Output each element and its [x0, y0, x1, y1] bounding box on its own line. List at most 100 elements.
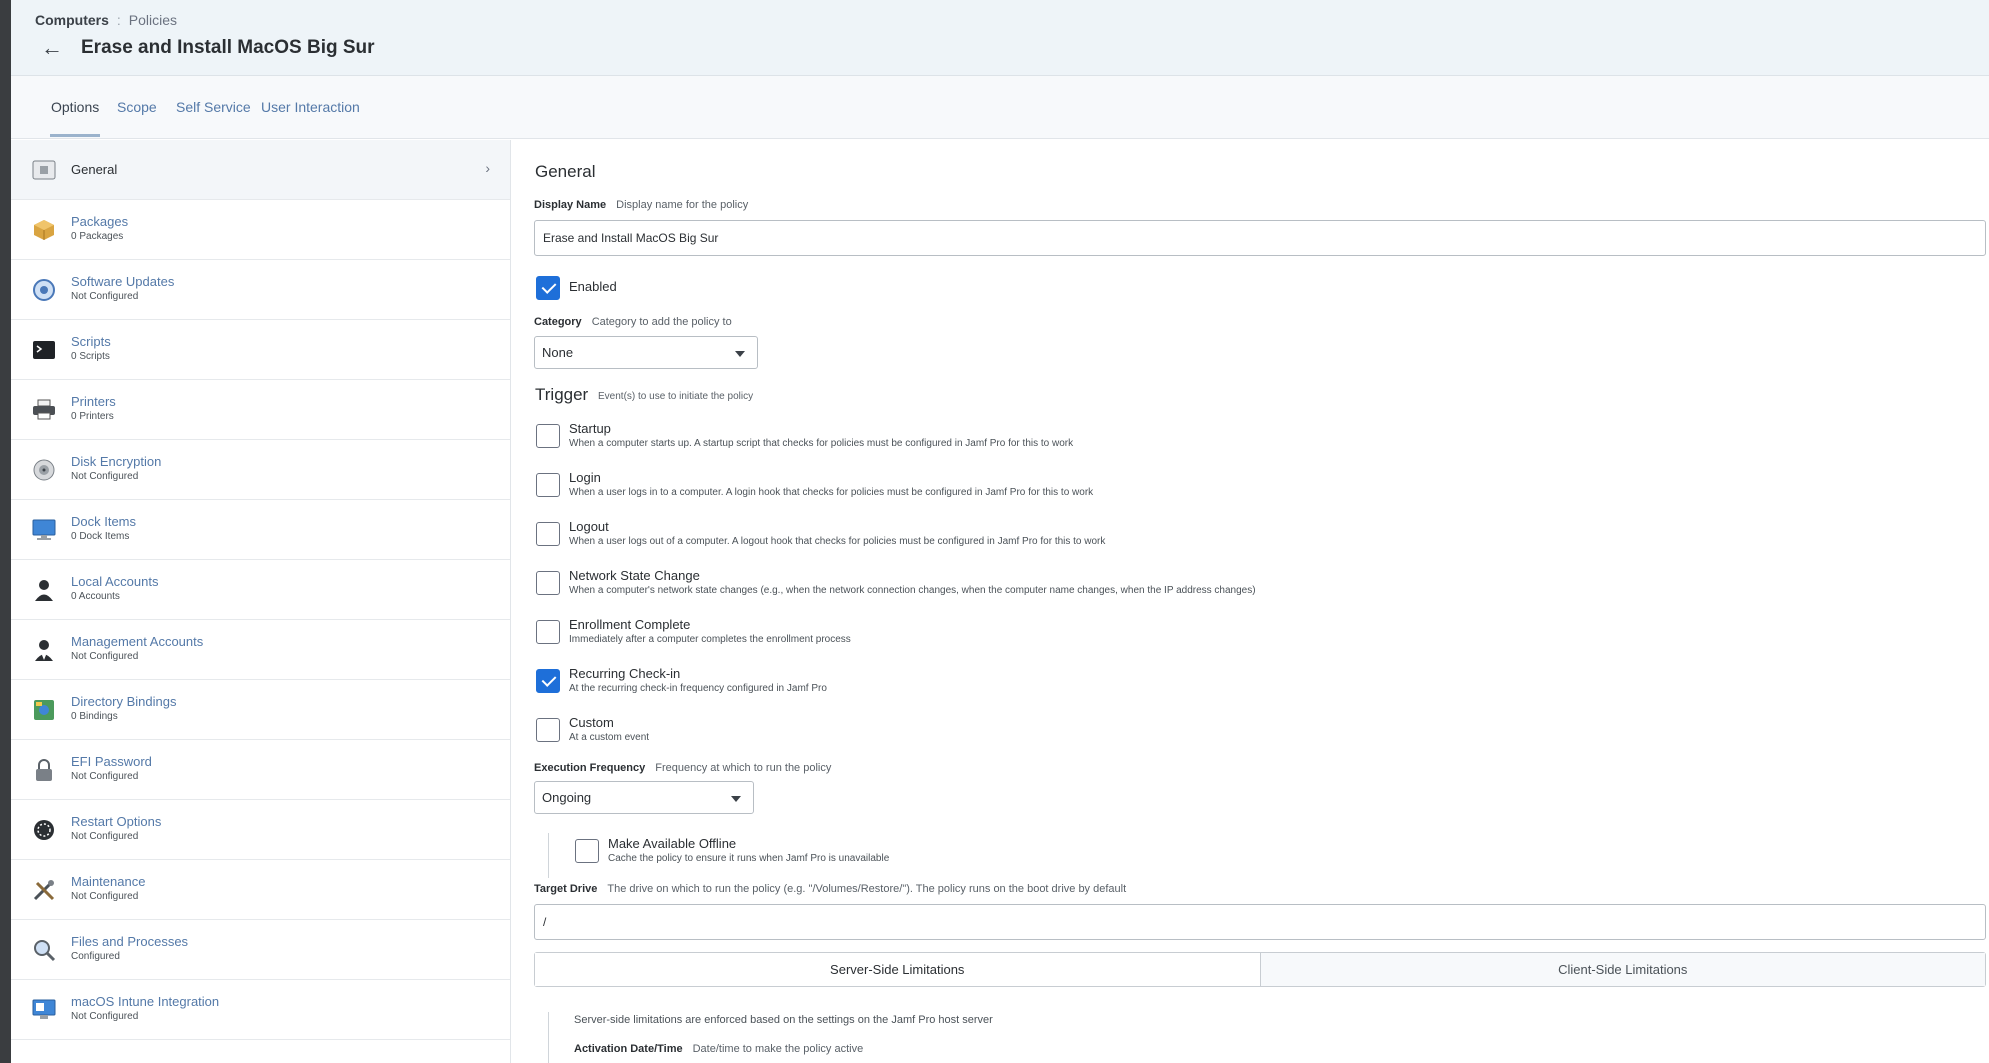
back-arrow-icon[interactable]: ←	[41, 36, 63, 60]
trigger-custom-label: Custom	[569, 715, 614, 730]
sidebar-item-general[interactable]: General ›	[11, 140, 510, 200]
trigger-logout-checkbox[interactable]	[536, 522, 560, 546]
trigger-custom-desc: At a custom event	[569, 732, 650, 743]
sidebar-item-status: Not Configured	[71, 1011, 139, 1022]
trigger-startup-label: Startup	[569, 421, 611, 436]
make-available-offline-checkbox[interactable]	[575, 839, 599, 863]
make-available-offline-desc: Cache the policy to ensure it runs when …	[608, 853, 890, 864]
dock-icon	[31, 517, 57, 543]
trigger-network-state-change-checkbox[interactable]	[536, 571, 560, 595]
software-update-icon	[31, 277, 57, 303]
general-icon	[31, 157, 57, 183]
caret-down-icon	[731, 796, 741, 802]
trigger-recurring-check-in-checkbox[interactable]	[536, 669, 560, 693]
sidebar-item-label: Packages	[71, 214, 129, 229]
category-desc: Category to add the policy to	[591, 316, 732, 328]
sidebar-item-status: 0 Printers	[71, 411, 114, 422]
sidebar-item-status: Not Configured	[71, 891, 139, 902]
trigger-startup-checkbox[interactable]	[536, 424, 560, 448]
sidebar-item-label: Dock Items	[71, 514, 137, 529]
sidebar-item-status: Not Configured	[71, 651, 139, 662]
sidebar-item-restart-options[interactable]: Restart Options Not Configured	[11, 800, 510, 860]
trigger-login-checkbox[interactable]	[536, 473, 560, 497]
trigger-desc: Event(s) to use to initiate the policy	[598, 391, 754, 402]
execution-frequency-label-text: Execution Frequency	[534, 762, 646, 774]
tab-scope[interactable]: Scope	[117, 99, 157, 115]
sidebar-item-label: Local Accounts	[71, 574, 159, 589]
sidebar-item-label: Directory Bindings	[71, 694, 177, 709]
server-side-limitations-tab[interactable]: Server-Side Limitations	[535, 953, 1261, 986]
sidebar-item-maintenance[interactable]: Maintenance Not Configured	[11, 860, 510, 920]
section-title: General	[535, 162, 596, 181]
make-available-offline-label: Make Available Offline	[608, 836, 737, 851]
category-label: Category Category to add the policy to	[534, 316, 732, 328]
sidebar-item-label: Printers	[71, 394, 116, 409]
sidebar-item-label: macOS Intune Integration	[71, 994, 220, 1009]
trigger-recurring-check-in-desc: At the recurring check-in frequency conf…	[569, 683, 827, 694]
sidebar-item-label: EFI Password	[71, 754, 152, 769]
sidebar-item-disk-encryption[interactable]: Disk Encryption Not Configured	[11, 440, 510, 500]
sidebar-item-status: Not Configured	[71, 471, 139, 482]
tools-icon	[31, 877, 57, 903]
sidebar-item-printers[interactable]: Printers 0 Printers	[11, 380, 510, 440]
trigger-login-desc: When a user logs in to a computer. A log…	[569, 487, 1094, 498]
category-select[interactable]: None	[534, 336, 758, 369]
trigger-login-label: Login	[569, 470, 601, 485]
target-drive-input[interactable]	[534, 904, 1986, 940]
breadcrumb-policies[interactable]: Policies	[129, 12, 177, 28]
sidebar-item-directory-bindings[interactable]: Directory Bindings 0 Bindings	[11, 680, 510, 740]
user-icon	[31, 577, 57, 603]
sidebar-item-local-accounts[interactable]: Local Accounts 0 Accounts	[11, 560, 510, 620]
execution-frequency-select[interactable]: Ongoing	[534, 781, 754, 814]
enabled-checkbox[interactable]	[536, 276, 560, 300]
tab-user-interaction[interactable]: User Interaction	[261, 99, 360, 115]
sidebar-item-status: Not Configured	[71, 831, 139, 842]
trigger-enrollment-complete-label: Enrollment Complete	[569, 617, 691, 632]
limitations-indent-line	[548, 1012, 549, 1063]
offline-indent-line	[548, 833, 549, 878]
sidebar-item-status: Configured	[71, 951, 120, 962]
sidebar-item-label: Files and Processes	[71, 934, 189, 949]
sidebar-item-label: Software Updates	[71, 274, 175, 289]
trigger-custom-checkbox[interactable]	[536, 718, 560, 742]
client-side-limitations-tab[interactable]: Client-Side Limitations	[1260, 953, 1985, 986]
trigger-recurring-check-in-label: Recurring Check-in	[569, 666, 681, 681]
display-name-label-text: Display Name	[534, 199, 607, 211]
target-drive-desc: The drive on which to run the policy (e.…	[607, 883, 1127, 895]
breadcrumb-computers[interactable]: Computers	[35, 12, 109, 28]
sidebar-item-efi-password[interactable]: EFI Password Not Configured	[11, 740, 510, 800]
trigger-startup-desc: When a computer starts up. A startup scr…	[569, 438, 1074, 449]
sidebar-item-dock-items[interactable]: Dock Items 0 Dock Items	[11, 500, 510, 560]
breadcrumb: Computers : Policies	[35, 12, 177, 28]
execution-frequency-desc: Frequency at which to run the policy	[655, 762, 832, 774]
sidebar-item-management-accounts[interactable]: Management Accounts Not Configured	[11, 620, 510, 680]
sidebar-item-scripts[interactable]: Scripts 0 Scripts	[11, 320, 510, 380]
sidebar-item-status: 0 Dock Items	[71, 531, 130, 542]
tab-bar: Options Scope Self Service User Interact…	[11, 76, 1989, 139]
sidebar-item-status: 0 Packages	[71, 231, 124, 242]
tab-options[interactable]: Options	[51, 99, 99, 115]
target-drive-label-text: Target Drive	[534, 883, 598, 895]
sidebar-item-packages[interactable]: Packages 0 Packages	[11, 200, 510, 260]
page-title: Erase and Install MacOS Big Sur	[81, 37, 375, 58]
directory-icon	[31, 697, 57, 723]
category-label-text: Category	[534, 316, 582, 328]
tab-self-service[interactable]: Self Service	[176, 99, 251, 115]
trigger-title: Trigger	[535, 385, 589, 404]
active-tab-indicator	[50, 134, 100, 137]
activation-label-text: Activation Date/Time	[574, 1043, 683, 1055]
sidebar-item-software-updates[interactable]: Software Updates Not Configured	[11, 260, 510, 320]
sidebar-item-files-and-processes[interactable]: Files and Processes Configured	[11, 920, 510, 980]
sidebar-item-status: 0 Scripts	[71, 351, 110, 362]
restart-icon	[31, 817, 57, 843]
execution-frequency-label: Execution Frequency Frequency at which to…	[534, 762, 831, 774]
trigger-enrollment-complete-checkbox[interactable]	[536, 620, 560, 644]
sidebar-item-macos-intune-integration[interactable]: macOS Intune Integration Not Configured	[11, 980, 510, 1040]
execution-frequency-value: Ongoing	[542, 790, 592, 805]
general-panel: General Display Name Display name for the…	[512, 140, 1989, 1063]
display-name-input[interactable]	[534, 220, 1986, 256]
trigger-logout-label: Logout	[569, 519, 609, 534]
sidebar-item-status: Not Configured	[71, 291, 139, 302]
breadcrumb-separator: :	[116, 12, 121, 28]
magnifier-icon	[31, 937, 57, 963]
